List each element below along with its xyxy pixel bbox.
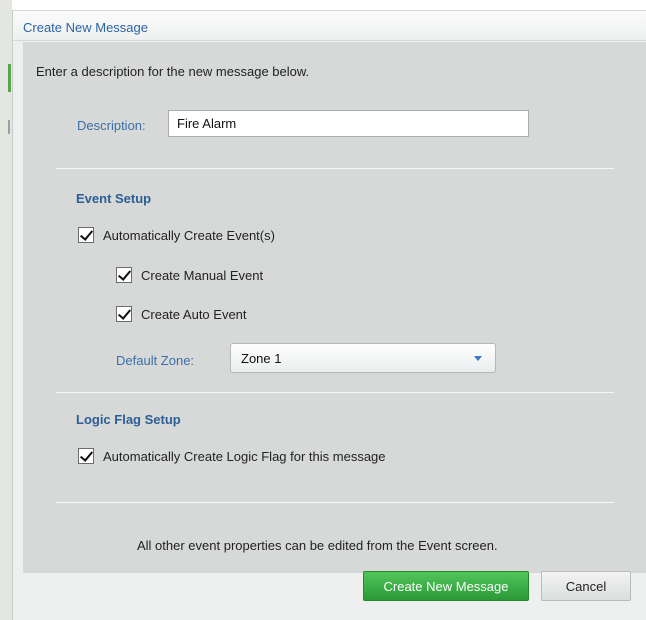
create-auto-event-checkbox[interactable]: Create Auto Event <box>116 306 247 322</box>
create-new-message-button[interactable]: Create New Message <box>363 571 529 601</box>
checkmark-icon[interactable] <box>78 448 94 464</box>
intro-text: Enter a description for the new message … <box>36 64 310 79</box>
create-message-dialog: Create New Message Enter a description f… <box>12 10 646 620</box>
background-accent-mark <box>8 64 11 92</box>
description-input[interactable] <box>168 110 529 137</box>
logic-flag-setup-heading: Logic Flag Setup <box>76 412 181 427</box>
default-zone-value: Zone 1 <box>241 350 282 366</box>
dialog-content-panel: Enter a description for the new message … <box>23 42 646 573</box>
footer-note: All other event properties can be edited… <box>137 538 498 553</box>
checkmark-icon[interactable] <box>116 267 132 283</box>
chevron-down-icon[interactable] <box>474 356 482 361</box>
create-manual-event-label: Create Manual Event <box>141 267 264 283</box>
cancel-button[interactable]: Cancel <box>541 571 631 601</box>
background-window-edge <box>0 0 12 620</box>
event-setup-heading: Event Setup <box>76 191 152 206</box>
checkmark-icon[interactable] <box>116 306 132 322</box>
auto-create-events-label: Automatically Create Event(s) <box>103 227 275 243</box>
auto-create-events-checkbox[interactable]: Automatically Create Event(s) <box>78 227 275 243</box>
section-divider <box>56 168 614 169</box>
default-zone-select[interactable]: Zone 1 <box>230 343 496 373</box>
section-divider <box>56 502 614 503</box>
description-label: Description: <box>77 118 146 133</box>
auto-create-logic-flag-label: Automatically Create Logic Flag for this… <box>103 448 386 464</box>
create-manual-event-checkbox[interactable]: Create Manual Event <box>116 267 263 283</box>
section-divider <box>56 392 614 393</box>
auto-create-logic-flag-checkbox[interactable]: Automatically Create Logic Flag for this… <box>78 448 386 464</box>
dialog-titlebar[interactable]: Create New Message <box>13 11 646 41</box>
dialog-title: Create New Message <box>23 20 148 35</box>
checkmark-icon[interactable] <box>78 227 94 243</box>
background-accent-mark <box>8 120 10 134</box>
create-auto-event-label: Create Auto Event <box>141 306 247 322</box>
default-zone-label: Default Zone: <box>116 353 195 368</box>
